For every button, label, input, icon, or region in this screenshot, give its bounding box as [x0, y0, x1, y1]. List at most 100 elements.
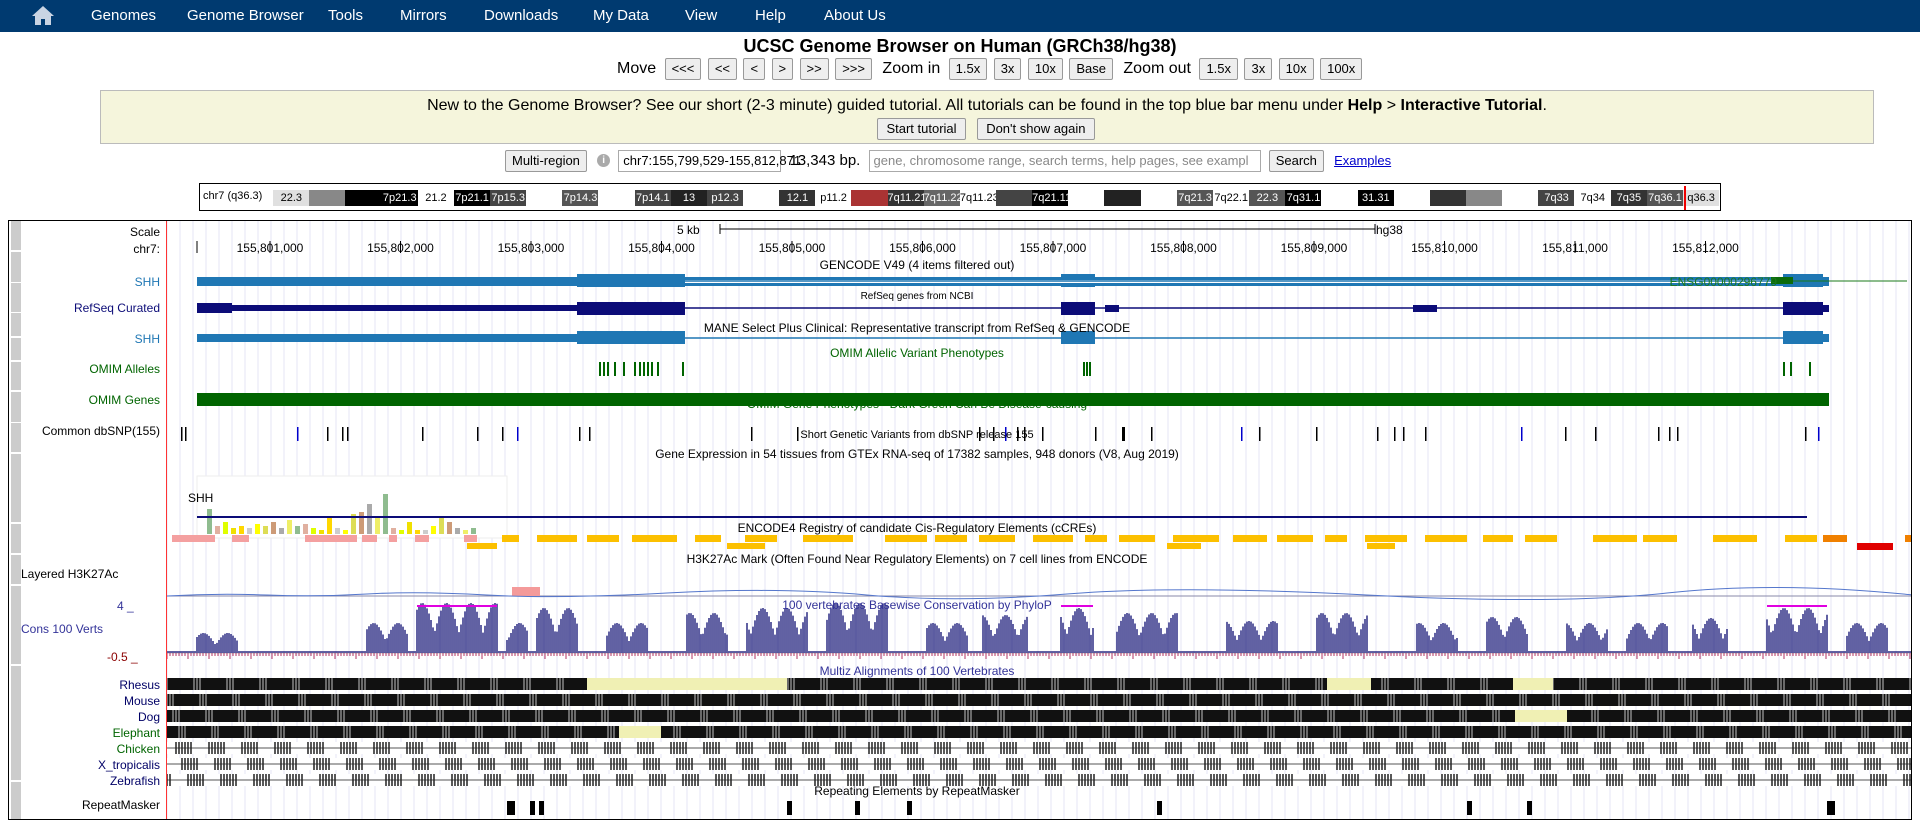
ruler-tick-label: 155,807,000	[1019, 241, 1087, 255]
zoom-in-base-button[interactable]: Base	[1069, 58, 1113, 80]
omim-genes-label[interactable]: OMIM Genes	[89, 393, 160, 407]
zoom-out-10x-button[interactable]: 10x	[1278, 58, 1314, 80]
track-button[interactable]	[11, 362, 21, 391]
repeat-mark	[1467, 801, 1472, 815]
omim-alleles-label[interactable]: OMIM Alleles	[89, 362, 160, 376]
info-icon[interactable]: i	[597, 154, 611, 167]
ideogram-band	[526, 190, 563, 206]
omim-allele	[1083, 362, 1085, 376]
browser-track-panel[interactable]: Scale chr7: SHH RefSeq Curated SHH OMIM …	[8, 220, 1912, 820]
nav-genomes[interactable]: Genomes	[91, 0, 156, 32]
zoom-out-100x-button[interactable]: 100x	[1320, 58, 1363, 80]
zoom-out-1.5x-button[interactable]: 1.5x	[1199, 58, 1239, 80]
omim-allele	[1089, 362, 1091, 376]
repeatmasker-label[interactable]: RepeatMasker	[82, 798, 160, 812]
species-label[interactable]: X_tropicalis	[98, 758, 160, 772]
ccre-mark	[415, 535, 429, 542]
track-button[interactable]	[11, 524, 21, 554]
cons-label[interactable]: Cons 100 Verts	[21, 622, 103, 636]
gtex-bar	[327, 516, 332, 534]
track-button[interactable]	[11, 221, 21, 251]
mane-exon	[197, 334, 577, 342]
nav-view[interactable]: View	[685, 0, 717, 32]
h3k27ac-label[interactable]: Layered H3K27Ac	[21, 567, 118, 581]
nav-tools[interactable]: Tools	[328, 0, 363, 32]
gtex-bar	[359, 512, 364, 534]
ccre-mark	[1085, 535, 1107, 542]
repeat-mark	[530, 801, 535, 815]
track-button[interactable]	[11, 313, 21, 337]
track-data-area[interactable]: GENCODE V49 (4 items filtered out) RefSe…	[166, 221, 1911, 819]
nav-mirrors[interactable]: Mirrors	[400, 0, 447, 32]
cons-title: 100 vertebrates Basewise Conservation by…	[782, 598, 1052, 612]
refseq-track-label[interactable]: RefSeq Curated	[74, 301, 160, 315]
start-tutorial-button[interactable]: Start tutorial	[877, 118, 966, 140]
species-label[interactable]: Elephant	[113, 726, 160, 740]
ensg-gene-label[interactable]: ENSG00000296779	[1647, 275, 1777, 289]
chromosome-ideogram[interactable]: chr7 (q36.3) 22.3 7p21.3 21.2 7p21.1 7p15.3 7…	[199, 183, 1721, 211]
examples-link[interactable]: Examples	[1334, 150, 1391, 172]
ccre-mark	[172, 535, 215, 542]
nav-downloads[interactable]: Downloads	[484, 0, 558, 32]
tutorial-interactive-word: Interactive Tutorial	[1400, 97, 1543, 114]
gtex-bar	[407, 522, 412, 534]
ruler-tick-label: 155,801,000	[236, 241, 304, 255]
tutorial-help-word: Help	[1347, 97, 1383, 114]
ccre-mark	[727, 543, 765, 549]
gtex-bar	[439, 516, 444, 534]
gencode-exon	[577, 274, 685, 287]
track-button[interactable]	[11, 252, 21, 283]
track-button[interactable]	[11, 555, 21, 585]
track-button[interactable]	[11, 423, 21, 453]
snp-mark	[1521, 427, 1523, 441]
move-far-left-button[interactable]: <<<	[664, 58, 702, 80]
dont-show-again-button[interactable]: Don't show again	[977, 118, 1095, 140]
move-far-right-button[interactable]: >>>	[835, 58, 872, 80]
ideogram-band: 7p14.3	[562, 190, 599, 206]
omim-allele	[1783, 362, 1785, 376]
nav-help[interactable]: Help	[755, 0, 786, 32]
ccre-mark	[632, 535, 677, 542]
search-button[interactable]: Search	[1268, 150, 1324, 172]
track-button[interactable]	[11, 454, 21, 523]
snp-mark	[1658, 427, 1660, 441]
species-label[interactable]: Rhesus	[119, 678, 160, 692]
repeat-mark	[855, 801, 860, 815]
move-left-2-button[interactable]: <<	[707, 58, 737, 80]
ideogram-band: 7q11.23	[959, 190, 997, 206]
track-button[interactable]	[11, 666, 21, 781]
track-button[interactable]	[11, 782, 21, 819]
zoom-out-3x-button[interactable]: 3x	[1244, 58, 1273, 80]
nav-genome-browser[interactable]: Genome Browser	[187, 0, 304, 32]
zoom-in-10x-button[interactable]: 10x	[1027, 58, 1063, 80]
track-button[interactable]	[11, 338, 21, 361]
track-button[interactable]	[11, 392, 21, 423]
move-right-button[interactable]: >	[771, 58, 794, 80]
track-button[interactable]	[11, 586, 21, 665]
search-input[interactable]: gene, chromosome range, search terms, he…	[868, 150, 1261, 172]
species-label[interactable]: Chicken	[117, 742, 160, 756]
tutorial-dot: .	[1542, 97, 1547, 114]
multiz-gap	[1513, 678, 1553, 690]
zoom-in-3x-button[interactable]: 3x	[993, 58, 1022, 80]
nav-my-data[interactable]: My Data	[593, 0, 649, 32]
gtex-bar	[423, 530, 428, 534]
move-left-button[interactable]: <	[743, 58, 766, 80]
position-input[interactable]: chr7:155,799,529-155,812,871	[618, 150, 801, 172]
dbsnp-label[interactable]: Common dbSNP(155)	[42, 424, 160, 438]
home-icon[interactable]	[30, 4, 56, 26]
species-label[interactable]: Zebrafish	[110, 774, 160, 788]
gencode-gene-label[interactable]: SHH	[135, 275, 160, 289]
tutorial-text: New to the Genome Browser? See our short…	[427, 97, 1348, 114]
gtex-bar	[239, 526, 244, 534]
multi-region-button[interactable]: Multi-region	[505, 150, 587, 172]
move-right-2-button[interactable]: >>	[799, 58, 829, 80]
mane-gene-label[interactable]: SHH	[135, 332, 160, 346]
gtex-bar	[431, 526, 436, 534]
species-label[interactable]: Dog	[138, 710, 160, 724]
zoom-in-1.5x-button[interactable]: 1.5x	[948, 58, 988, 80]
nav-about-us[interactable]: About Us	[824, 0, 886, 32]
track-button[interactable]	[11, 283, 21, 313]
species-label[interactable]: Mouse	[124, 694, 160, 708]
gtex-bar	[383, 494, 388, 534]
